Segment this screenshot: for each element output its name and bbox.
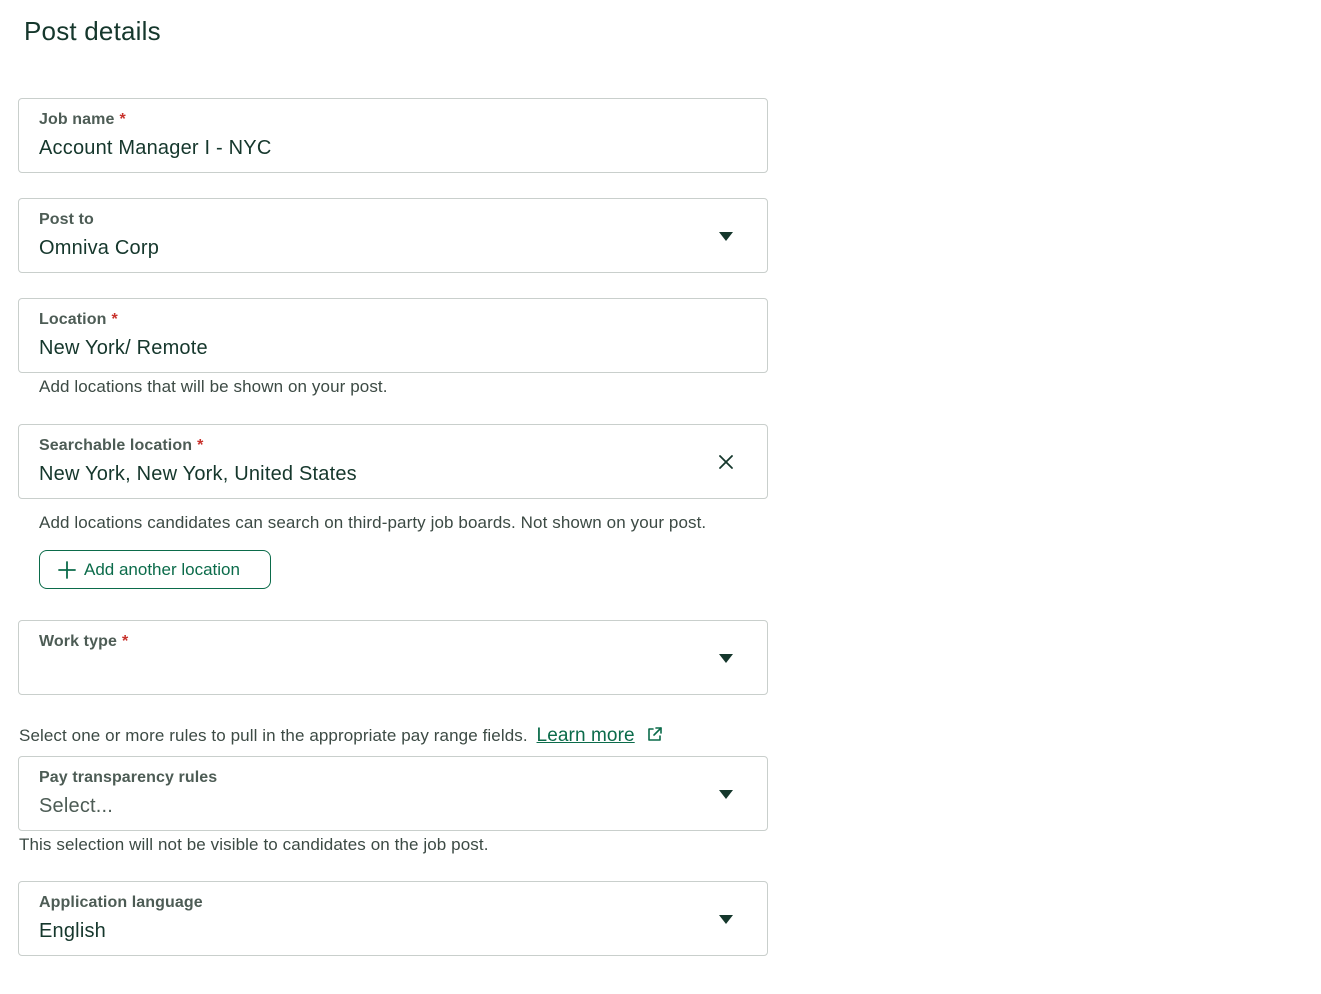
pay-transparency-help-text: This selection will not be visible to ca… xyxy=(19,835,489,854)
caret-down-icon[interactable] xyxy=(719,915,733,924)
application-language-select[interactable]: Application language English xyxy=(18,881,768,956)
work-type-select[interactable]: Work type * xyxy=(18,620,768,695)
job-name-input[interactable]: Account Manager I - NYC xyxy=(39,137,271,160)
application-language-label: Application language xyxy=(39,894,203,911)
searchable-location-field[interactable]: Searchable location * New York, New York,… xyxy=(18,424,768,499)
required-asterisk: * xyxy=(197,437,204,454)
work-type-label: Work type * xyxy=(39,633,128,651)
add-another-location-label: Add another location xyxy=(84,559,240,579)
close-icon[interactable] xyxy=(717,453,735,471)
work-type-label-text: Work type xyxy=(39,633,117,650)
page-title: Post details xyxy=(24,16,161,46)
pay-transparency-label: Pay transparency rules xyxy=(39,769,218,786)
job-name-label-text: Job name xyxy=(39,111,115,128)
pay-rules-intro: Select one or more rules to pull in the … xyxy=(19,725,663,747)
post-to-select[interactable]: Post to Omniva Corp xyxy=(18,198,768,273)
external-link-icon[interactable] xyxy=(646,726,663,743)
required-asterisk: * xyxy=(111,311,118,328)
application-language-value: English xyxy=(39,920,106,942)
post-to-value: Omniva Corp xyxy=(39,237,160,259)
searchable-location-input[interactable]: New York, New York, United States xyxy=(39,463,357,486)
required-asterisk: * xyxy=(119,111,126,128)
pay-transparency-select[interactable]: Pay transparency rules Select... xyxy=(18,756,768,831)
learn-more-link[interactable]: Learn more xyxy=(537,725,635,746)
required-asterisk: * xyxy=(121,633,129,650)
pay-transparency-placeholder: Select... xyxy=(39,795,114,817)
location-input[interactable]: New York/ Remote xyxy=(39,337,208,360)
location-field[interactable]: Location * New York/ Remote xyxy=(18,298,768,373)
searchable-location-label-text: Searchable location xyxy=(39,437,193,454)
post-to-label: Post to xyxy=(39,211,94,228)
location-help-text: Add locations that will be shown on your… xyxy=(39,377,388,396)
caret-down-icon[interactable] xyxy=(719,790,733,799)
caret-down-icon[interactable] xyxy=(719,232,733,241)
job-name-label: Job name * xyxy=(39,111,126,129)
searchable-location-help-text: Add locations candidates can search on t… xyxy=(39,513,707,532)
searchable-location-label: Searchable location * xyxy=(39,437,203,455)
pay-rules-intro-text: Select one or more rules to pull in the … xyxy=(19,726,528,745)
location-label: Location * xyxy=(39,311,118,329)
location-label-text: Location xyxy=(39,311,107,328)
plus-icon xyxy=(58,560,76,579)
add-another-location-button[interactable]: Add another location xyxy=(39,550,271,589)
caret-down-icon[interactable] xyxy=(719,654,733,663)
job-name-field[interactable]: Job name * Account Manager I - NYC xyxy=(18,98,768,173)
post-details-page: Post details Job name * Account Manager I… xyxy=(0,0,1321,994)
